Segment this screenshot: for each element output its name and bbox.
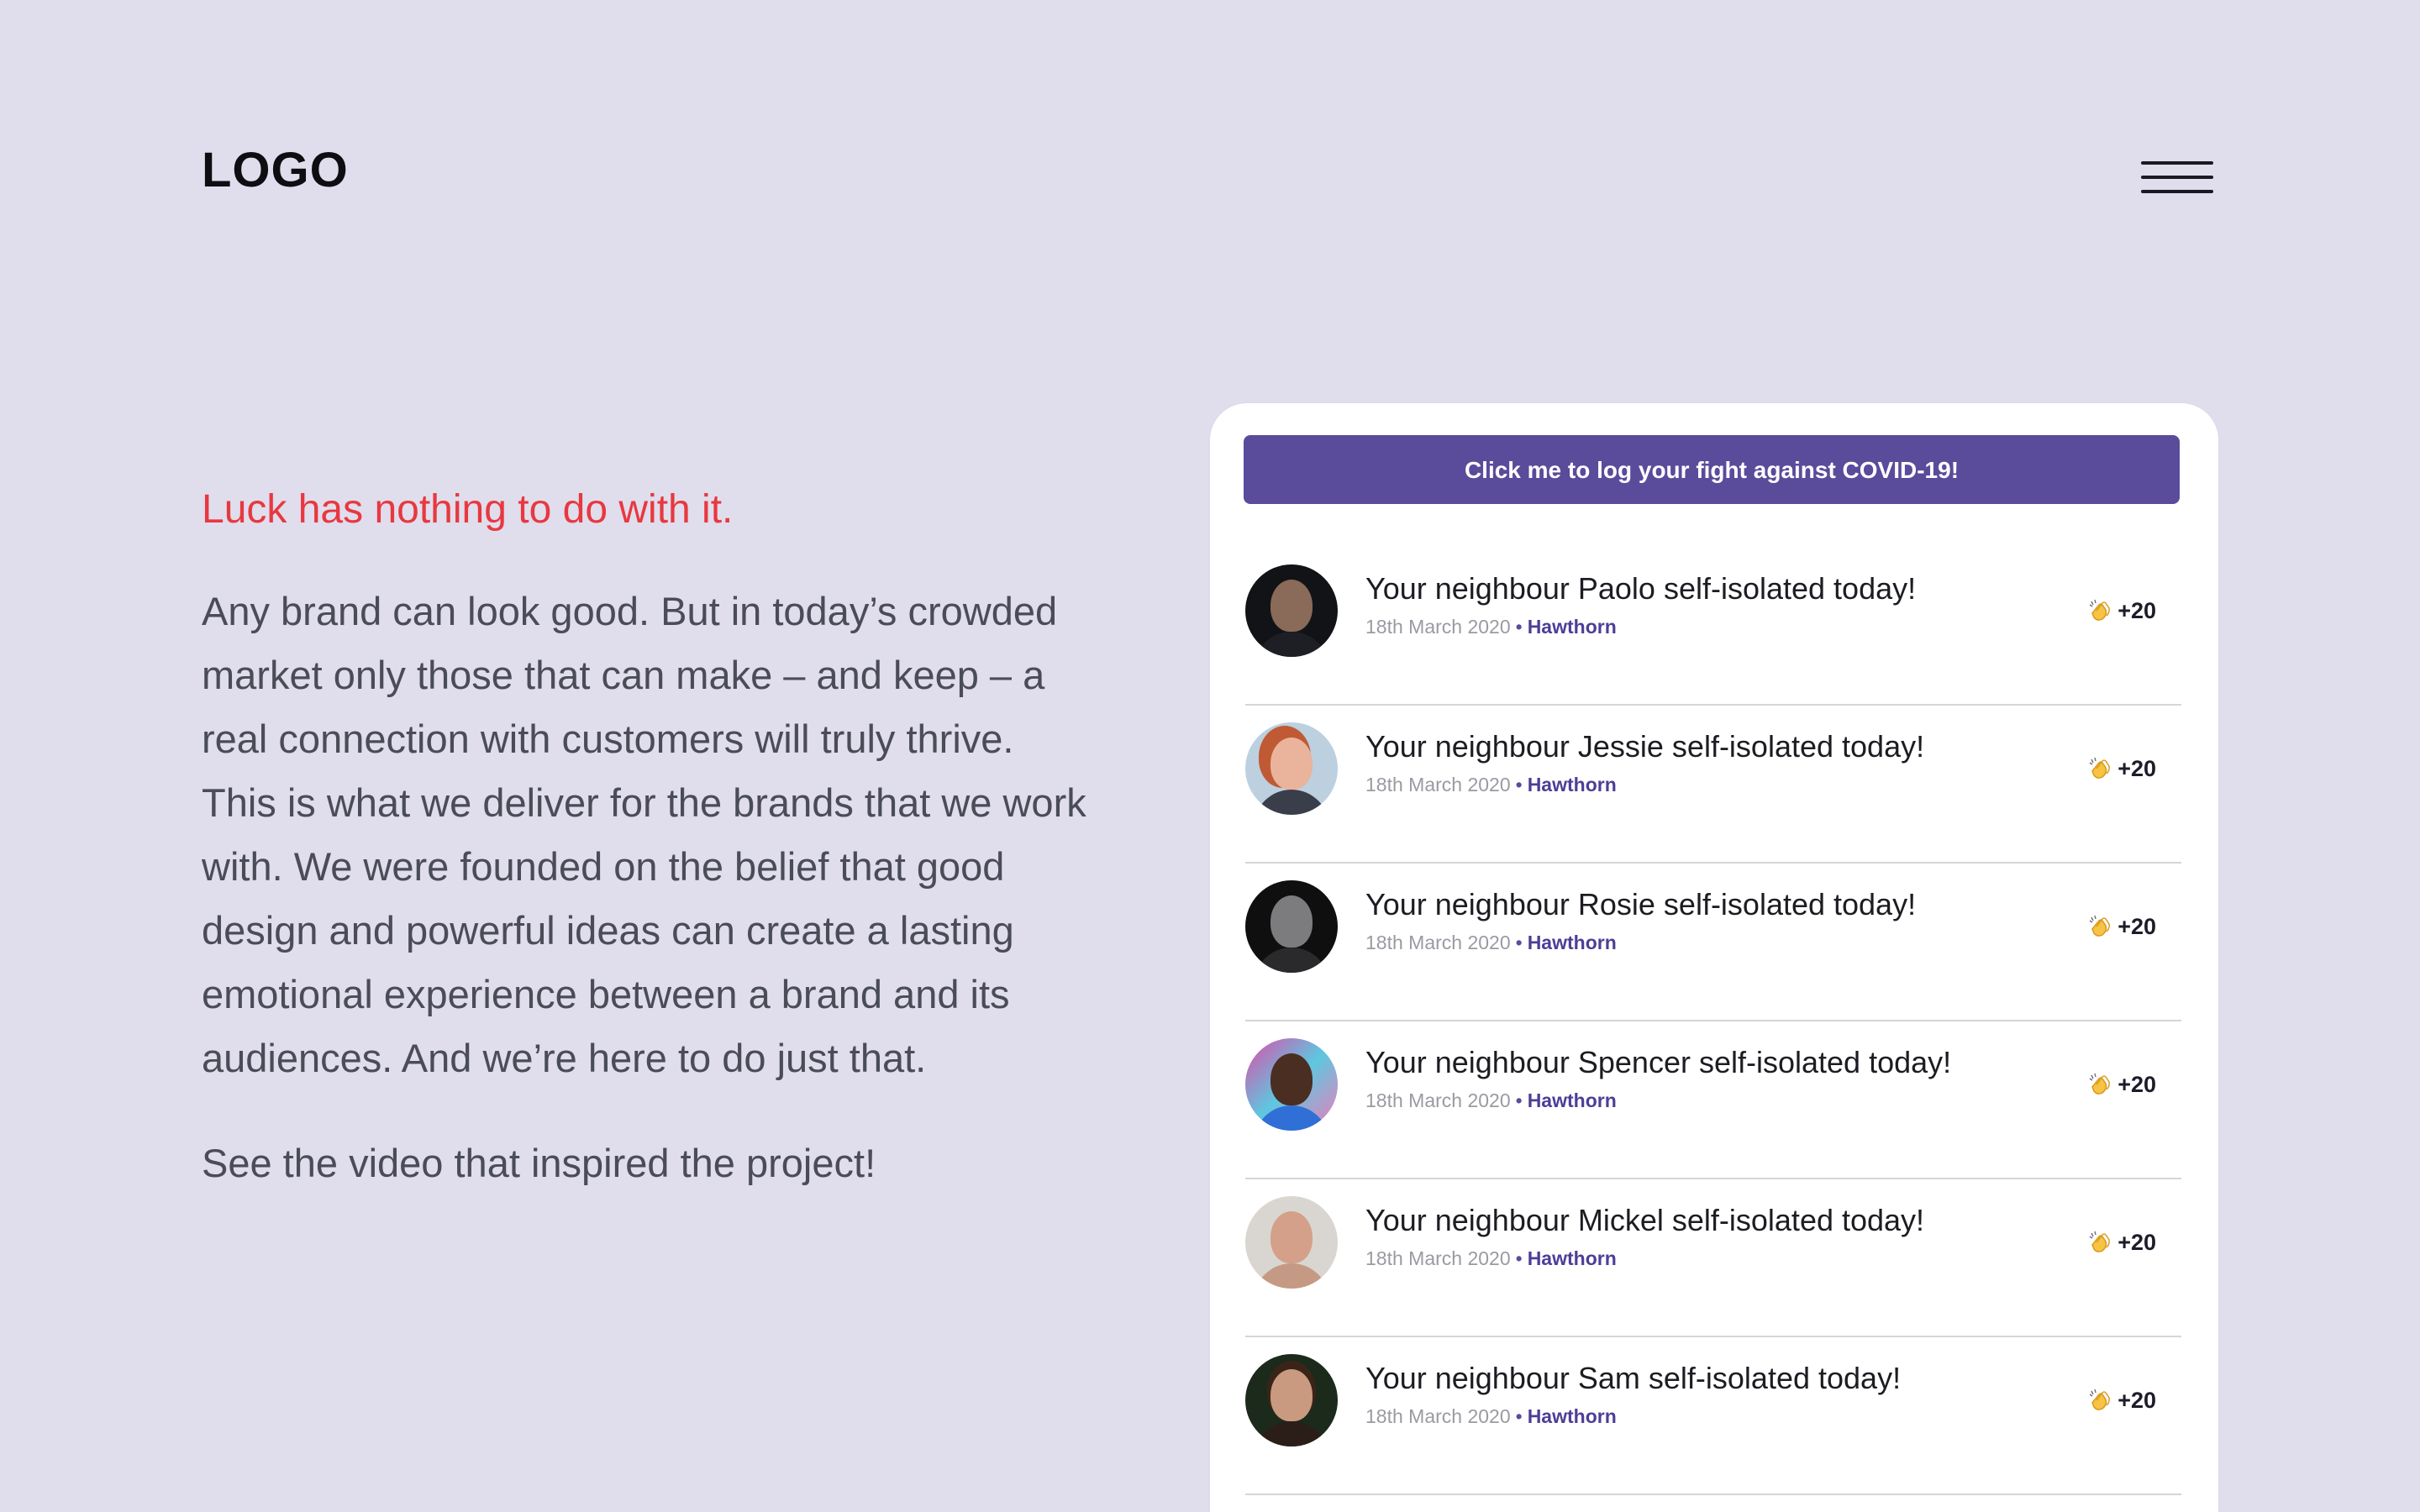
clapping-hands-icon (2089, 915, 2111, 937)
feed-item-location[interactable]: Hawthorn (1528, 1405, 1617, 1427)
feed-item-date: 18th March 2020 (1365, 616, 1511, 638)
clap-button[interactable]: +20 (2087, 591, 2156, 630)
clap-button[interactable]: +20 (2087, 1065, 2156, 1104)
feed-item-date: 18th March 2020 (1365, 1405, 1511, 1427)
logo[interactable]: LOGO (202, 141, 349, 200)
video-link[interactable]: See the video that inspired the project! (202, 1136, 876, 1191)
feed-item-meta: 18th March 2020 • Hawthorn (1365, 1403, 1617, 1430)
feed-item-title: Your neighbour Paolo self-isolated today… (1365, 571, 1917, 606)
clap-count: +20 (2118, 598, 2156, 623)
activity-feed-card: Click me to log your fight against COVID… (1210, 403, 2218, 1512)
feed-item-meta: 18th March 2020 • Hawthorn (1365, 1245, 1617, 1272)
feed-item-meta: 18th March 2020 • Hawthorn (1365, 613, 1617, 640)
hamburger-menu-icon[interactable] (2141, 158, 2215, 200)
feed-item-title: Your neighbour Mickel self-isolated toda… (1365, 1203, 1925, 1237)
clap-count: +20 (2118, 1072, 2156, 1097)
feed-item[interactable]: Your neighbour Mickel self-isolated toda… (1245, 1179, 2181, 1337)
tagline: Luck has nothing to do with it. (202, 487, 734, 532)
feed-item-title: Your neighbour Rosie self-isolated today… (1365, 887, 1917, 921)
clap-button[interactable]: +20 (2087, 1223, 2156, 1262)
feed-item-title: Your neighbour Spencer self-isolated tod… (1365, 1045, 1952, 1079)
menu-bar (2141, 190, 2213, 193)
clapping-hands-icon (2089, 1231, 2111, 1252)
avatar (1245, 722, 1338, 815)
avatar (1245, 880, 1338, 973)
feed-item-date: 18th March 2020 (1365, 1247, 1511, 1269)
feed-item-meta: 18th March 2020 • Hawthorn (1365, 771, 1617, 798)
feed-item-date: 18th March 2020 (1365, 1089, 1511, 1111)
avatar (1245, 1354, 1338, 1446)
clap-count: +20 (2118, 1388, 2156, 1413)
feed-item-date: 18th March 2020 (1365, 932, 1511, 953)
feed-item[interactable]: Your neighbour Paolo self-isolated today… (1245, 548, 2181, 706)
feed-item-date: 18th March 2020 (1365, 774, 1511, 795)
feed-item-meta: 18th March 2020 • Hawthorn (1365, 1087, 1617, 1114)
clapping-hands-icon (2089, 599, 2111, 621)
clap-button[interactable]: +20 (2087, 907, 2156, 946)
feed-item[interactable]: Your neighbour Jessie self-isolated toda… (1245, 706, 2181, 864)
feed-item-location[interactable]: Hawthorn (1528, 616, 1617, 638)
feed-item[interactable]: Your neighbour Spencer self-isolated tod… (1245, 1021, 2181, 1179)
feed-item-location[interactable]: Hawthorn (1528, 1089, 1617, 1111)
log-fight-button[interactable]: Click me to log your fight against COVID… (1244, 435, 2180, 504)
clapping-hands-icon (2089, 1389, 2111, 1410)
avatar (1245, 1038, 1338, 1131)
meta-separator: • (1515, 1405, 1523, 1427)
feed-item-meta: 18th March 2020 • Hawthorn (1365, 929, 1617, 956)
activity-feed-list: Your neighbour Paolo self-isolated today… (1245, 548, 2181, 1495)
clap-button[interactable]: +20 (2087, 749, 2156, 788)
avatar (1245, 1196, 1338, 1289)
meta-separator: • (1515, 616, 1523, 638)
feed-item[interactable]: Your neighbour Sam self-isolated today! … (1245, 1337, 2181, 1495)
clap-count: +20 (2118, 914, 2156, 939)
meta-separator: • (1515, 774, 1523, 795)
menu-bar (2141, 161, 2213, 165)
feed-item-location[interactable]: Hawthorn (1528, 1247, 1617, 1269)
feed-item[interactable]: Your neighbour Rosie self-isolated today… (1245, 864, 2181, 1021)
feed-item-location[interactable]: Hawthorn (1528, 932, 1617, 953)
intro-body-text: Any brand can look good. But in today’s … (202, 589, 1086, 1080)
feed-item-title: Your neighbour Sam self-isolated today! (1365, 1361, 1902, 1395)
clap-count: +20 (2118, 1230, 2156, 1255)
meta-separator: • (1515, 1247, 1523, 1269)
feed-item-location[interactable]: Hawthorn (1528, 774, 1617, 795)
avatar (1245, 564, 1338, 657)
menu-bar (2141, 176, 2213, 179)
meta-separator: • (1515, 1089, 1523, 1111)
clapping-hands-icon (2089, 757, 2111, 779)
meta-separator: • (1515, 932, 1523, 953)
clap-count: +20 (2118, 756, 2156, 781)
clapping-hands-icon (2089, 1073, 2111, 1095)
clap-button[interactable]: +20 (2087, 1381, 2156, 1420)
feed-item-title: Your neighbour Jessie self-isolated toda… (1365, 729, 1925, 764)
